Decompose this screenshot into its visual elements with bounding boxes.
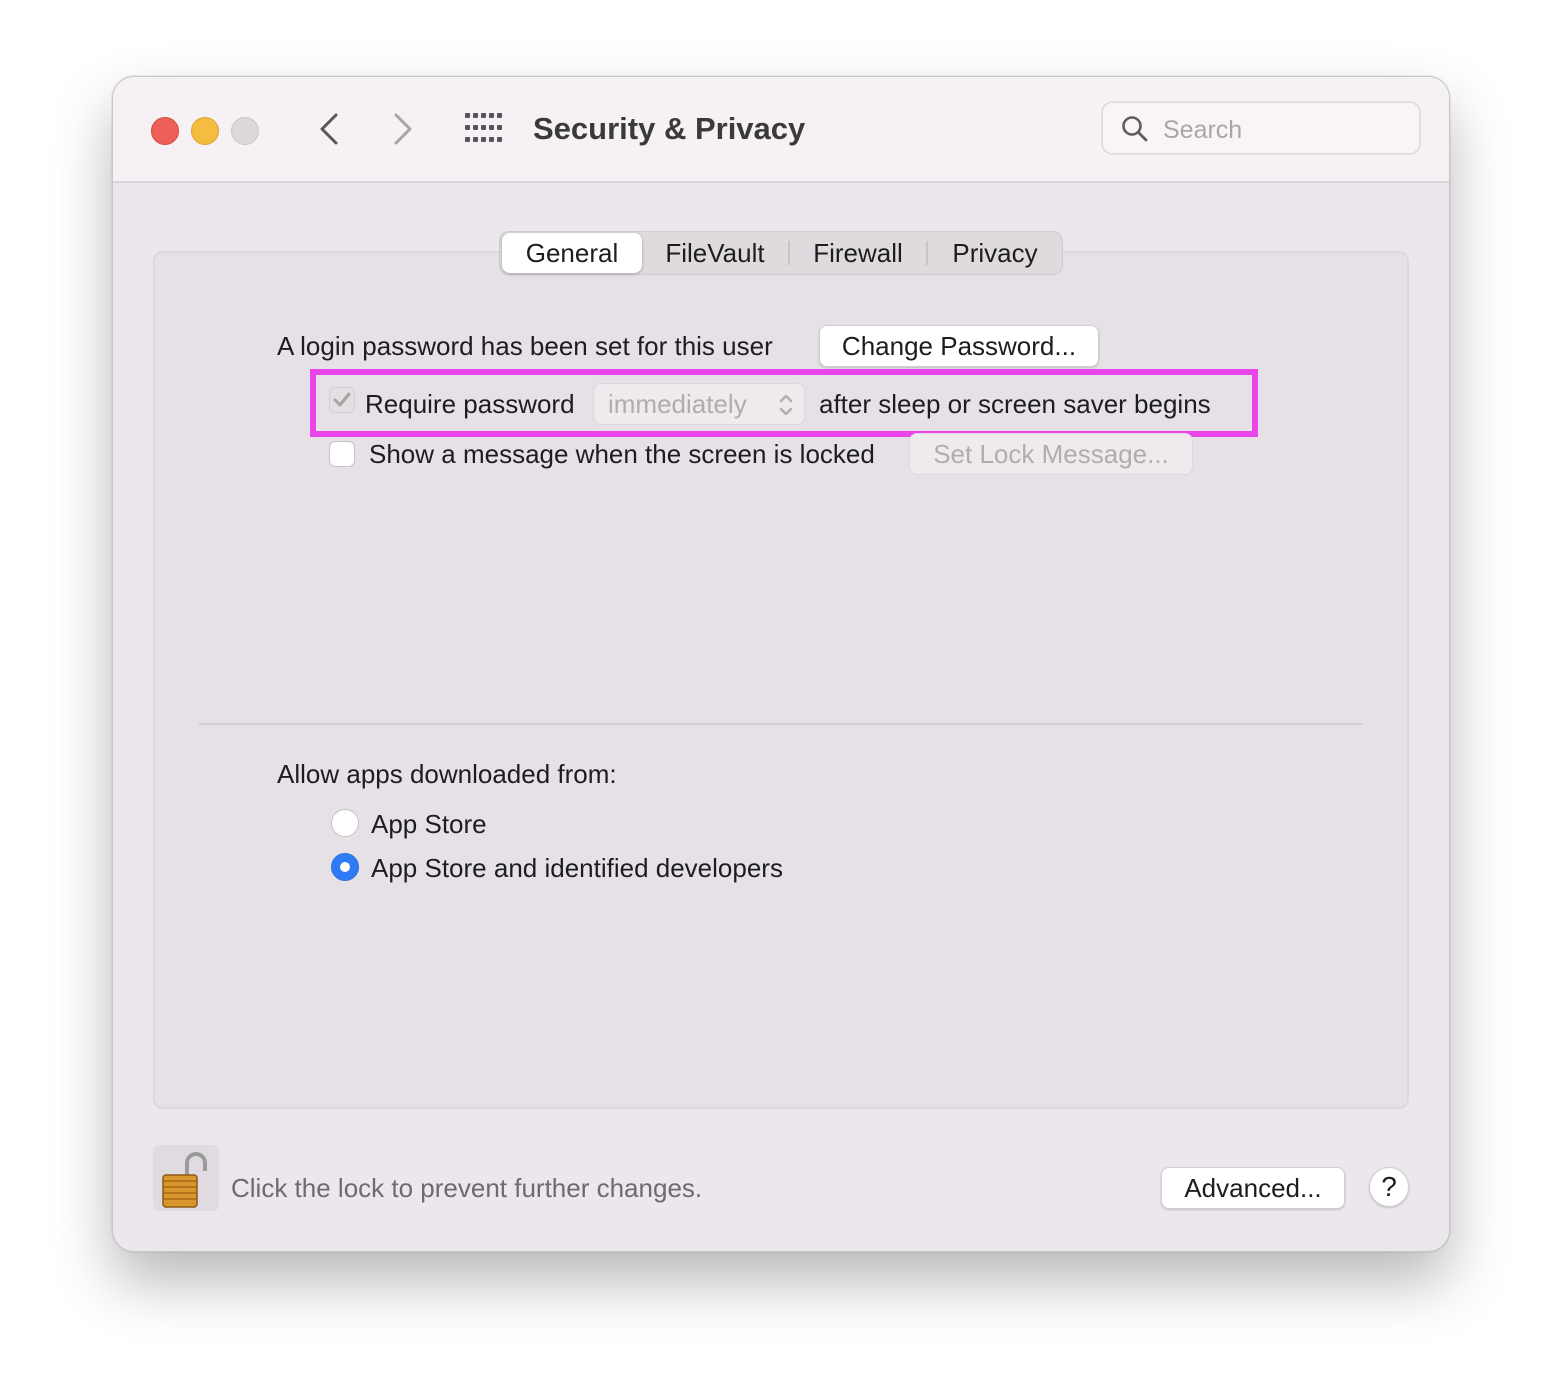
- tab-bar: General FileVault Firewall Privacy: [499, 231, 1063, 275]
- help-button[interactable]: ?: [1369, 1167, 1409, 1207]
- chevrons-up-down-icon: [779, 394, 793, 416]
- zoom-button[interactable]: [231, 117, 259, 145]
- radio-identified-developers-label: App Store and identified developers: [371, 853, 783, 883]
- close-button[interactable]: [151, 117, 179, 145]
- tab-firewall[interactable]: Firewall: [790, 233, 926, 273]
- password-delay-popup[interactable]: immediately: [593, 383, 805, 425]
- lock-status-text: Click the lock to prevent further change…: [231, 1173, 703, 1203]
- advanced-button[interactable]: Advanced...: [1161, 1167, 1345, 1209]
- radio-app-store[interactable]: [331, 809, 359, 837]
- require-password-label: Require password: [365, 389, 575, 419]
- section-divider: [199, 723, 1363, 725]
- tab-filevault[interactable]: FileVault: [642, 233, 788, 273]
- minimize-button[interactable]: [191, 117, 219, 145]
- lock-message-checkbox[interactable]: [329, 441, 355, 467]
- window-title: Security & Privacy: [533, 111, 806, 146]
- chevron-left-icon: [320, 113, 338, 145]
- radio-app-store-label: App Store: [371, 809, 487, 839]
- require-password-checkbox[interactable]: [329, 387, 355, 413]
- tab-privacy[interactable]: Privacy: [928, 233, 1062, 273]
- require-password-suffix: after sleep or screen saver begins: [819, 389, 1211, 419]
- password-delay-value: immediately: [608, 388, 747, 419]
- lock-button[interactable]: [153, 1145, 219, 1211]
- title-bar: Security & Privacy: [113, 77, 1449, 183]
- forward-button[interactable]: [383, 107, 423, 151]
- back-button[interactable]: [309, 107, 349, 151]
- set-lock-message-button[interactable]: Set Lock Message...: [909, 433, 1193, 475]
- search-field[interactable]: [1101, 101, 1421, 155]
- grid-icon[interactable]: [465, 113, 503, 143]
- allow-apps-heading: Allow apps downloaded from:: [277, 759, 617, 789]
- tab-general[interactable]: General: [502, 233, 642, 273]
- unlocked-padlock-icon: [162, 1152, 207, 1208]
- chevron-right-icon: [394, 113, 412, 145]
- search-input[interactable]: [1161, 111, 1405, 149]
- change-password-button[interactable]: Change Password...: [819, 325, 1099, 367]
- login-password-text: A login password has been set for this u…: [277, 331, 773, 361]
- checkmark-icon: [333, 392, 351, 407]
- lock-message-label: Show a message when the screen is locked: [369, 439, 875, 469]
- preferences-window: Security & Privacy General FileVault Fir…: [112, 76, 1450, 1252]
- radio-identified-developers[interactable]: [331, 853, 359, 881]
- search-icon: [1122, 116, 1148, 142]
